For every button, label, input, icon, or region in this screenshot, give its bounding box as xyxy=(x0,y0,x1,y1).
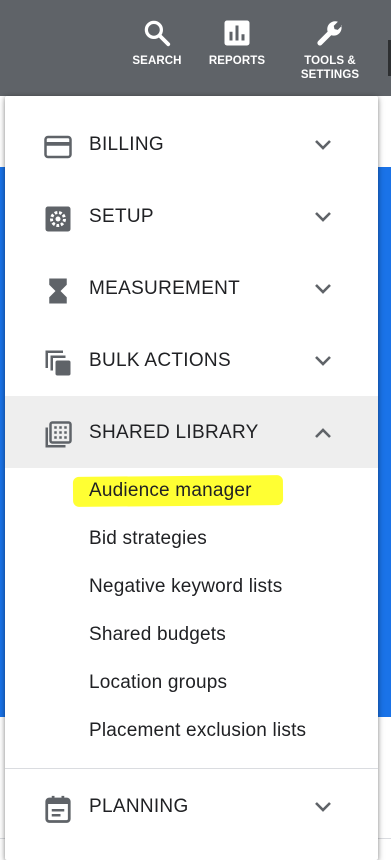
menu-section-label: SETUP xyxy=(89,206,154,227)
chevron-down-icon xyxy=(315,284,331,294)
menu-section-label: BILLING xyxy=(89,134,164,155)
tools-settings-button[interactable]: TOOLS & SETTINGS xyxy=(287,18,373,82)
chevron-down-icon xyxy=(315,356,331,366)
menu-section-bulk-actions[interactable]: BULK ACTIONS xyxy=(5,324,378,396)
reports-button[interactable]: REPORTS xyxy=(194,18,280,68)
credit-card-icon xyxy=(44,135,72,159)
chevron-down-icon xyxy=(315,140,331,150)
submenu-item-negative-keyword-lists[interactable]: Negative keyword lists xyxy=(89,576,282,598)
chevron-down-icon xyxy=(315,212,331,222)
hourglass-icon xyxy=(49,278,67,304)
search-icon xyxy=(144,20,171,47)
submenu-item-audience-manager[interactable]: Audience manager xyxy=(89,480,252,502)
top-app-bar: SEARCH REPORTS TOOLS & SETTINGS xyxy=(0,0,391,96)
menu-section-label: SHARED LIBRARY xyxy=(89,422,259,443)
submenu-item-location-groups[interactable]: Location groups xyxy=(89,672,227,694)
chevron-up-icon xyxy=(315,428,331,438)
calendar-note-icon xyxy=(45,795,71,823)
menu-section-shared-library[interactable]: SHARED LIBRARY xyxy=(5,396,378,468)
menu-section-label: PLANNING xyxy=(89,796,189,817)
submenu-item-bid-strategies[interactable]: Bid strategies xyxy=(89,528,207,550)
menu-section-label: BULK ACTIONS xyxy=(89,350,231,371)
reports-icon xyxy=(224,20,250,46)
submenu-item-placement-exclusion-lists[interactable]: Placement exclusion lists xyxy=(89,720,306,742)
wrench-icon xyxy=(317,21,342,46)
reports-label: REPORTS xyxy=(208,55,266,67)
chevron-down-icon xyxy=(315,802,331,812)
menu-section-measurement[interactable]: MEASUREMENT xyxy=(5,252,378,324)
tools-settings-label: TOOLS & SETTINGS xyxy=(300,55,360,81)
copy-stack-icon xyxy=(45,350,71,376)
search-button[interactable]: SEARCH xyxy=(114,18,200,68)
menu-section-billing[interactable]: BILLING xyxy=(5,108,378,180)
menu-divider xyxy=(5,768,378,769)
menu-section-label: MEASUREMENT xyxy=(89,278,241,299)
gear-box-icon xyxy=(45,206,71,232)
search-label: SEARCH xyxy=(132,55,182,67)
menu-section-setup[interactable]: SETUP xyxy=(5,180,378,252)
menu-section-planning[interactable]: PLANNING xyxy=(5,770,378,842)
tools-settings-menu: BILLING SETUP MEASUREMENT BULK ACTIONS S… xyxy=(5,96,378,860)
submenu-item-shared-budgets[interactable]: Shared budgets xyxy=(89,624,226,646)
library-grid-icon xyxy=(45,421,72,448)
